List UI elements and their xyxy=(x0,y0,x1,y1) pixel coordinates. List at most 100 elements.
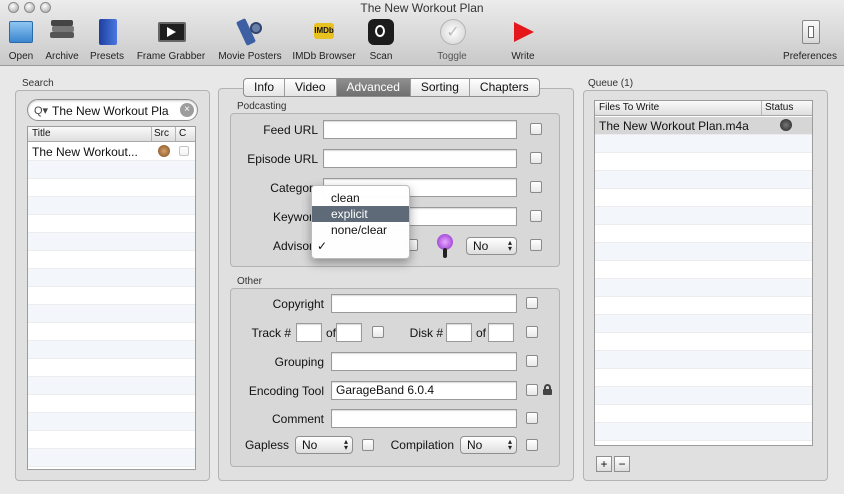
red-arrow-icon xyxy=(508,18,538,46)
book-icon xyxy=(92,18,122,46)
list-item xyxy=(595,171,812,189)
open-button[interactable]: Open xyxy=(4,18,38,64)
disk-label: Disk # xyxy=(409,326,443,340)
comment-label: Comment xyxy=(271,412,324,426)
tab-chapters[interactable]: Chapters xyxy=(470,79,539,96)
track-number-field[interactable] xyxy=(296,323,322,342)
grouping-checkbox[interactable] xyxy=(526,355,538,367)
list-item xyxy=(595,207,812,225)
search-results-list[interactable]: Title Src C The New Workout... xyxy=(27,126,196,470)
disk-total-field[interactable] xyxy=(488,323,514,342)
menu-item-none-clear[interactable]: none/clear xyxy=(312,222,409,238)
comment-checkbox[interactable] xyxy=(526,412,538,424)
gapless-popup[interactable]: No ▴ ▾ xyxy=(295,436,353,454)
list-item xyxy=(28,323,195,341)
column-files-to-write[interactable]: Files To Write xyxy=(599,102,659,113)
stepper-arrows-icon: ▴ ▾ xyxy=(343,437,348,452)
add-to-queue-button[interactable]: + xyxy=(596,456,612,472)
episode-url-label: Episode URL xyxy=(247,152,318,166)
menu-item-explicit[interactable]: explicit xyxy=(312,206,409,222)
movie-posters-button[interactable]: Movie Posters xyxy=(214,18,286,64)
comment-field[interactable] xyxy=(331,409,517,428)
podcasting-section-label: Podcasting xyxy=(237,101,287,112)
search-icon: Q▾ xyxy=(34,105,49,117)
podcast-icon xyxy=(435,234,455,260)
list-item xyxy=(28,449,195,467)
list-item xyxy=(28,305,195,323)
menu-item-selected-advisory[interactable]: ✓ xyxy=(312,238,409,254)
encoding-tool-checkbox[interactable] xyxy=(526,384,538,396)
tab-info[interactable]: Info xyxy=(244,79,286,96)
episode-url-field[interactable] xyxy=(323,149,517,168)
list-item xyxy=(595,225,812,243)
checkmark-circle-icon: ✓ xyxy=(437,18,467,46)
list-item xyxy=(28,431,195,449)
stepper-arrows-icon: ▴ ▾ xyxy=(507,238,512,253)
list-item xyxy=(28,287,195,305)
column-src[interactable]: Src xyxy=(154,128,169,139)
gapless-label: Gapless xyxy=(244,438,289,452)
title-bar: The New Workout Plan Open Archive Preset… xyxy=(0,0,844,66)
search-input[interactable]: Q▾ The New Workout Pla × xyxy=(27,99,198,121)
list-item xyxy=(595,189,812,207)
track-total-field[interactable] xyxy=(336,323,362,342)
gapless-checkbox[interactable] xyxy=(362,439,374,451)
compilation-popup[interactable]: No ▴ ▾ xyxy=(460,436,517,454)
column-c[interactable]: C xyxy=(179,128,186,139)
archive-button[interactable]: Archive xyxy=(42,18,82,64)
other-section-label: Other xyxy=(237,276,263,287)
list-item xyxy=(28,233,195,251)
advisory-checkbox[interactable] xyxy=(530,239,542,251)
list-item xyxy=(28,269,195,287)
tab-sorting[interactable]: Sorting xyxy=(411,79,470,96)
queue-item[interactable]: The New Workout Plan.m4a xyxy=(595,117,812,135)
tab-video[interactable]: Video xyxy=(285,79,337,96)
feed-url-checkbox[interactable] xyxy=(530,123,542,135)
disk-number-field[interactable] xyxy=(446,323,472,342)
advisory-popup[interactable]: No ▴ ▾ xyxy=(466,237,517,255)
advisory-menu: clean explicit none/clear ✓ xyxy=(311,185,410,259)
scan-icon xyxy=(366,18,396,46)
copyright-field[interactable] xyxy=(331,294,517,313)
compilation-label: Compilation xyxy=(390,438,454,452)
list-item[interactable]: The New Workout... xyxy=(28,143,195,161)
feed-url-field[interactable] xyxy=(323,120,517,139)
list-item xyxy=(595,351,812,369)
keywords-checkbox[interactable] xyxy=(530,210,542,222)
remove-from-queue-button[interactable]: − xyxy=(614,456,630,472)
list-item xyxy=(595,315,812,333)
menu-item-clean[interactable]: clean xyxy=(312,190,409,206)
list-item xyxy=(28,215,195,233)
grouping-field[interactable] xyxy=(331,352,517,371)
window-title: The New Workout Plan xyxy=(360,1,484,15)
frame-grabber-button[interactable]: Frame Grabber xyxy=(133,18,209,64)
imdb-browser-button[interactable]: IMDb IMDb Browser xyxy=(290,18,358,64)
compilation-checkbox[interactable] xyxy=(526,439,538,451)
select-checkbox[interactable] xyxy=(179,146,189,156)
list-item xyxy=(28,395,195,413)
disk-checkbox[interactable] xyxy=(526,326,538,338)
scan-button[interactable]: Scan xyxy=(366,18,396,64)
encoding-tool-field[interactable]: GarageBand 6.0.4 xyxy=(331,381,517,400)
write-button[interactable]: Write xyxy=(506,18,540,64)
episode-url-checkbox[interactable] xyxy=(530,152,542,164)
encoding-tool-label: Encoding Tool xyxy=(248,384,324,398)
tab-advanced[interactable]: Advanced xyxy=(336,79,411,96)
list-item xyxy=(28,341,195,359)
list-item xyxy=(28,197,195,215)
clear-search-icon[interactable]: × xyxy=(180,103,194,117)
search-section-label: Search xyxy=(22,78,54,89)
disk-of-label: of xyxy=(475,326,486,340)
column-title[interactable]: Title xyxy=(32,128,51,139)
list-item xyxy=(28,413,195,431)
queue-list[interactable]: Files To Write Status The New Workout Pl… xyxy=(594,100,813,446)
track-checkbox[interactable] xyxy=(372,326,384,338)
column-status[interactable]: Status xyxy=(765,102,793,113)
preferences-button[interactable]: Preferences xyxy=(780,18,840,64)
list-item xyxy=(595,423,812,441)
category-checkbox[interactable] xyxy=(530,181,542,193)
presets-button[interactable]: Presets xyxy=(88,18,126,64)
toggle-button[interactable]: ✓ Toggle xyxy=(434,18,470,64)
copyright-checkbox[interactable] xyxy=(526,297,538,309)
imdb-icon: IMDb xyxy=(309,18,339,46)
